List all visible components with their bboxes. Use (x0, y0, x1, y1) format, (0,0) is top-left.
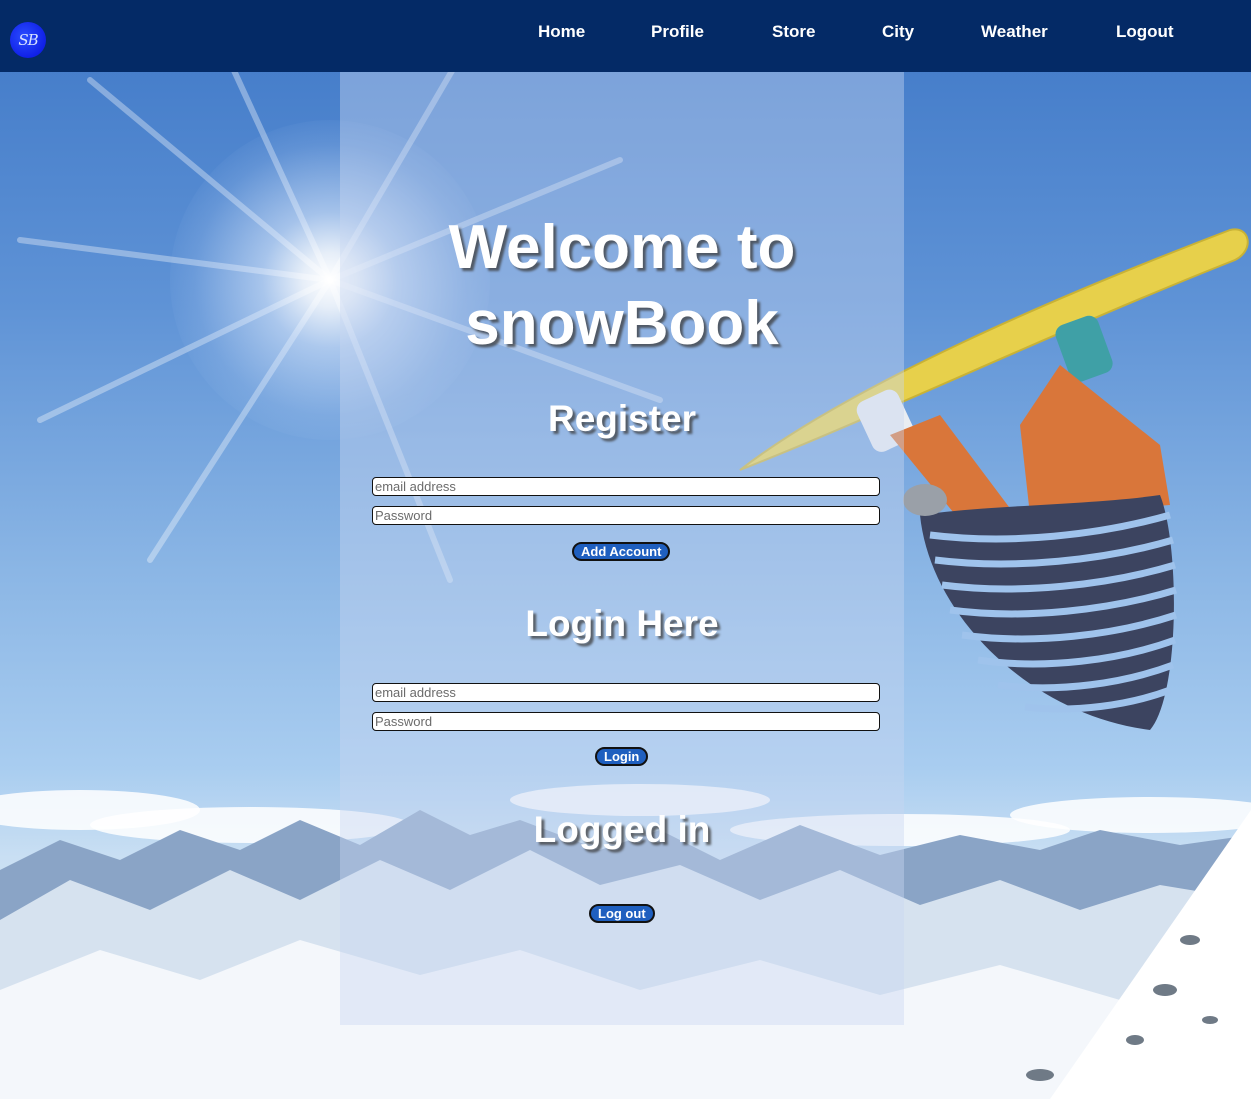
nav-city-link[interactable]: City (882, 22, 914, 42)
register-heading: Register (547, 398, 697, 439)
log-out-button[interactable]: Log out (589, 904, 655, 923)
login-email-input[interactable] (372, 683, 880, 702)
nav-store-link[interactable]: Store (772, 22, 815, 42)
add-account-button[interactable]: Add Account (572, 542, 671, 561)
nav-home-link[interactable]: Home (538, 22, 585, 42)
nav-profile-link[interactable]: Profile (651, 22, 704, 42)
login-button[interactable]: Login (595, 747, 649, 766)
sb-logo-icon[interactable]: SB (10, 22, 46, 58)
nav-logout-link[interactable]: Logout (1116, 22, 1174, 42)
page: SB Home Profile Store City Weather Logou… (0, 0, 1251, 1099)
register-email-input[interactable] (372, 477, 880, 496)
logged-in-heading: Logged in (533, 809, 711, 850)
auth-panel: Welcome to snowBook Register Add Account… (340, 72, 904, 1025)
title-line-1: Welcome to (448, 213, 796, 282)
top-navbar: SB Home Profile Store City Weather Logou… (0, 0, 1251, 72)
login-heading: Login Here (525, 603, 719, 644)
page-title: Welcome to snowBook (340, 210, 904, 362)
register-password-input[interactable] (372, 506, 880, 525)
title-line-2: snowBook (465, 289, 779, 358)
nav-weather-link[interactable]: Weather (981, 22, 1048, 42)
login-password-input[interactable] (372, 712, 880, 731)
